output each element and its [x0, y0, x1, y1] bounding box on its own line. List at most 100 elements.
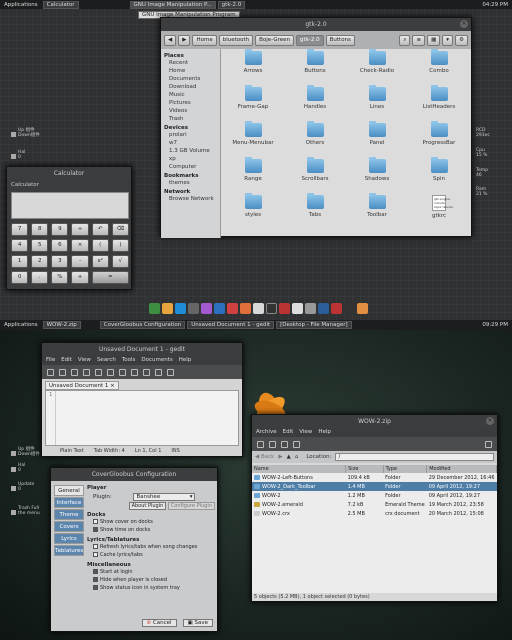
save-button[interactable]: ▣ Save	[182, 619, 213, 627]
stop-icon[interactable]	[485, 440, 492, 448]
sidebar-item-documents[interactable]: Documents	[164, 75, 217, 83]
sidebar-item-themes[interactable]: themes	[164, 179, 217, 187]
calculator-key[interactable]: 6	[51, 239, 69, 252]
calculator-key[interactable]: 9	[51, 223, 69, 236]
about-plugin-button[interactable]: About Plugin	[128, 502, 167, 510]
calculator-key[interactable]: .	[31, 271, 49, 284]
vlc-icon[interactable]	[161, 303, 173, 314]
coverglobus-titlebar[interactable]: CoverGloobus Configuration	[51, 468, 217, 481]
cut-icon[interactable]	[119, 368, 126, 376]
file-item[interactable]: styles	[223, 193, 283, 218]
tab-unsaved-document[interactable]: Unsaved Document 1 ×	[45, 381, 119, 390]
forward-icon[interactable]: ▶	[278, 454, 282, 460]
firefox-icon[interactable]	[239, 303, 251, 314]
open-icon[interactable]	[59, 368, 66, 376]
task-gimp[interactable]: GNU Image Manipulation P...	[129, 0, 216, 9]
file-item[interactable]: Buttons	[285, 49, 345, 74]
undo-icon[interactable]	[95, 368, 102, 376]
copy-icon[interactable]	[131, 368, 138, 376]
task-calculator[interactable]: Calculator	[42, 0, 79, 9]
calculator-key[interactable]: %	[51, 271, 69, 284]
menu-tools[interactable]: Tools	[122, 356, 136, 365]
sidebar-item-browse-network[interactable]: Browse Network	[164, 195, 217, 203]
calculator-key[interactable]: )	[111, 239, 129, 252]
column-type[interactable]: Type	[383, 465, 428, 473]
calculator-key[interactable]: 5	[31, 239, 49, 252]
desktop-cpu-icon[interactable]: Cpu 15 %	[476, 148, 487, 158]
file-item[interactable]: Frame-Gap	[223, 85, 283, 110]
file-item[interactable]: Shadows	[347, 157, 407, 182]
task-gedit[interactable]: Unsaved Document 1 - gedit	[187, 321, 275, 329]
breadcrumb-buttons[interactable]: Buttons	[325, 34, 355, 46]
configure-plugin-button[interactable]: Configure Plugin	[167, 502, 215, 510]
calculator-key[interactable]: 2	[31, 255, 49, 268]
extract-icon[interactable]	[281, 440, 288, 448]
calculator-key[interactable]: 4	[11, 239, 29, 252]
desktop-hal-icon[interactable]: Hal 0	[11, 150, 25, 160]
breadcrumb-bluetooth[interactable]: bluetooth	[218, 34, 254, 46]
paste-icon[interactable]	[143, 368, 150, 376]
panel-clock[interactable]: 04:29 PM	[478, 2, 512, 8]
table-row[interactable]: WOW-2-Left-Buttons 109.4 kB Folder 29 Decem…	[252, 473, 497, 482]
checkbox[interactable]	[93, 569, 98, 574]
checkbox[interactable]	[93, 527, 98, 532]
console-icon[interactable]	[343, 303, 355, 314]
terminal-icon[interactable]	[330, 303, 342, 314]
sidebar-item-trash[interactable]: Trash	[164, 115, 217, 123]
checkbox[interactable]	[93, 577, 98, 582]
menu-help-2[interactable]: Help	[318, 428, 331, 437]
file-item[interactable]: Range	[223, 157, 283, 182]
grid-view-icon[interactable]: ▦	[427, 34, 441, 46]
gimp-icon[interactable]	[187, 303, 199, 314]
sidebar-item-recent[interactable]: Recent	[164, 59, 217, 67]
cancel-button[interactable]: ⊘ Cancel	[141, 619, 177, 627]
file-item[interactable]: Lines	[347, 85, 407, 110]
calculator-key[interactable]: 1	[11, 255, 29, 268]
desktop-trash-icon[interactable]: Trash Full the menu	[11, 506, 40, 516]
checkbox-row[interactable]: Start at login	[87, 568, 215, 576]
sidebar-item-download[interactable]: Download	[164, 83, 217, 91]
column-name[interactable]: Name	[252, 465, 347, 473]
file-item[interactable]: Menu-Menubar	[223, 121, 283, 146]
calculator-key[interactable]: x²	[91, 255, 109, 268]
file-item[interactable]: Handles	[285, 85, 345, 110]
column-modified[interactable]: Modified	[426, 465, 497, 473]
redo-icon[interactable]	[107, 368, 114, 376]
breadcrumb-home[interactable]: Home	[192, 34, 217, 46]
calculator-key[interactable]: ↶	[91, 223, 109, 236]
tab-width-selector[interactable]: Tab Width: 4	[94, 448, 125, 455]
desktop-ram-icon[interactable]: Ram 21 %	[476, 187, 487, 197]
sidebar-item-computer[interactable]: Computer	[164, 163, 217, 171]
desktop-update-icon[interactable]: Update 0	[11, 482, 34, 492]
file-item[interactable]: Arrows	[223, 49, 283, 74]
sidebar-item-pictures[interactable]: Pictures	[164, 99, 217, 107]
breadcrumb-boje-green[interactable]: Boje-Green	[255, 34, 295, 46]
media-icon[interactable]	[278, 303, 290, 314]
tab-tablatures[interactable]: Tablatures	[54, 545, 84, 556]
file-item[interactable]: Combo	[409, 49, 469, 74]
tab-theme[interactable]: Theme	[54, 509, 84, 520]
photo-icon[interactable]	[291, 303, 303, 314]
sidebar-item-music[interactable]: Music	[164, 91, 217, 99]
applications-menu[interactable]: Applications	[0, 2, 42, 8]
up-icon[interactable]: ▲	[287, 454, 291, 460]
open-archive-icon[interactable]	[269, 440, 276, 448]
new-icon[interactable]	[47, 368, 54, 376]
calculator-key[interactable]: (	[91, 239, 109, 252]
menu-documents[interactable]: Documents	[141, 356, 172, 365]
sidebar-item-videos[interactable]: Videos	[164, 107, 217, 115]
task-wow-zip[interactable]: WOW-2.zip	[42, 321, 81, 329]
gear-icon[interactable]	[304, 303, 316, 314]
desktop-netspeed-icon-2[interactable]: Up 组件 Down组件	[11, 447, 40, 457]
writer-icon[interactable]	[213, 303, 225, 314]
calculator-key[interactable]: 8	[31, 223, 49, 236]
calculator-key[interactable]: -	[71, 255, 89, 268]
checkbox-row[interactable]: Refresh lyrics/tabs when song changes	[87, 543, 215, 551]
text-editor[interactable]: 1	[45, 390, 239, 446]
close-icon[interactable]: ×	[486, 417, 494, 425]
add-files-icon[interactable]	[293, 440, 300, 448]
checkbox[interactable]	[93, 585, 98, 590]
file-item[interactable]: gtk-engine include style"ubuntu gtkrc	[409, 195, 469, 219]
close-icon[interactable]: ×	[110, 383, 115, 389]
calculator-key[interactable]: ÷	[71, 223, 89, 236]
